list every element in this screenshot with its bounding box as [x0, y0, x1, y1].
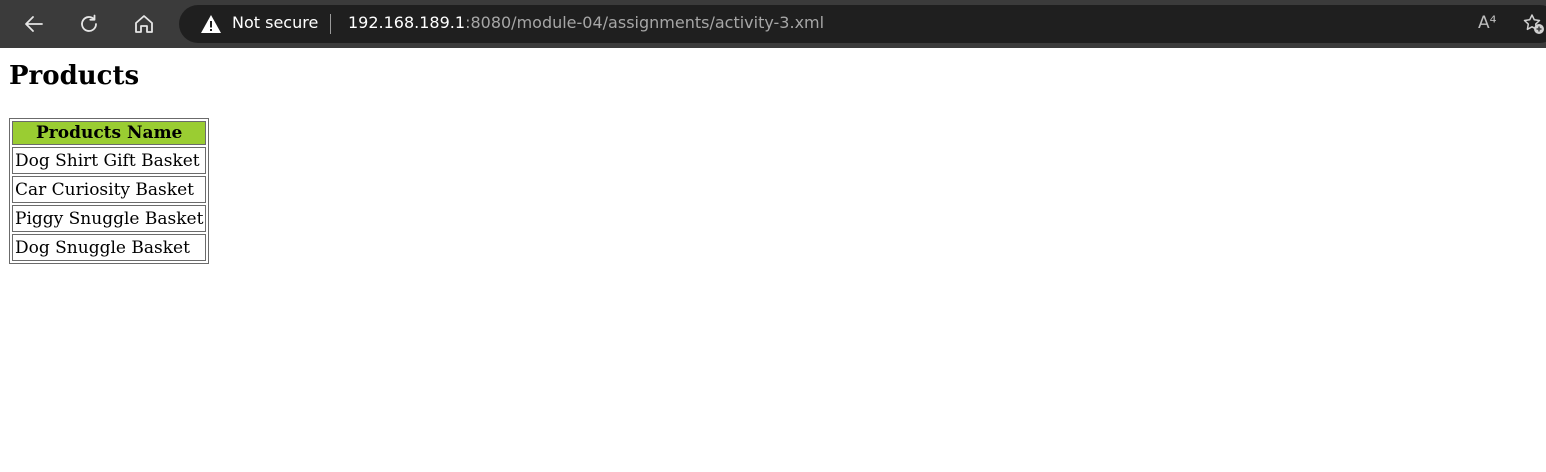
products-table: Products Name Dog Shirt Gift Basket Car …	[9, 118, 210, 264]
page-title: Products	[9, 61, 140, 91]
page-content: Products Products Name Dog Shirt Gift Ba…	[0, 48, 1546, 472]
product-name-cell: Car Curiosity Basket	[12, 176, 207, 203]
table-row: Dog Shirt Gift Basket	[12, 147, 207, 174]
back-icon	[25, 16, 43, 32]
url-path: :8080/module-04/assignments/activity-3.x…	[465, 13, 825, 32]
table-row: Piggy Snuggle Basket	[12, 205, 207, 232]
product-name-cell: Dog Snuggle Basket	[12, 234, 207, 261]
warning-icon[interactable]	[200, 13, 222, 35]
home-button[interactable]	[128, 8, 160, 40]
url-text[interactable]: 192.168.189.1:8080/module-04/assignments…	[348, 12, 824, 34]
read-aloud-icon[interactable]: A⁴	[1478, 12, 1496, 34]
url-host: 192.168.189.1	[348, 13, 466, 32]
address-separator	[330, 14, 331, 34]
back-button[interactable]	[18, 8, 50, 40]
table-row: Dog Snuggle Basket	[12, 234, 207, 261]
table-header-row: Products Name	[12, 121, 207, 145]
product-name-cell: Piggy Snuggle Basket	[12, 205, 207, 232]
refresh-icon	[81, 14, 97, 32]
browser-toolbar: Not secure 192.168.189.1:8080/module-04/…	[0, 0, 1546, 48]
column-header-products-name: Products Name	[12, 121, 207, 145]
refresh-button[interactable]	[73, 8, 105, 40]
product-name-cell: Dog Shirt Gift Basket	[12, 147, 207, 174]
favorites-icon[interactable]	[1522, 12, 1546, 36]
home-icon	[135, 15, 153, 33]
table-row: Car Curiosity Basket	[12, 176, 207, 203]
security-status[interactable]: Not secure	[232, 12, 318, 34]
